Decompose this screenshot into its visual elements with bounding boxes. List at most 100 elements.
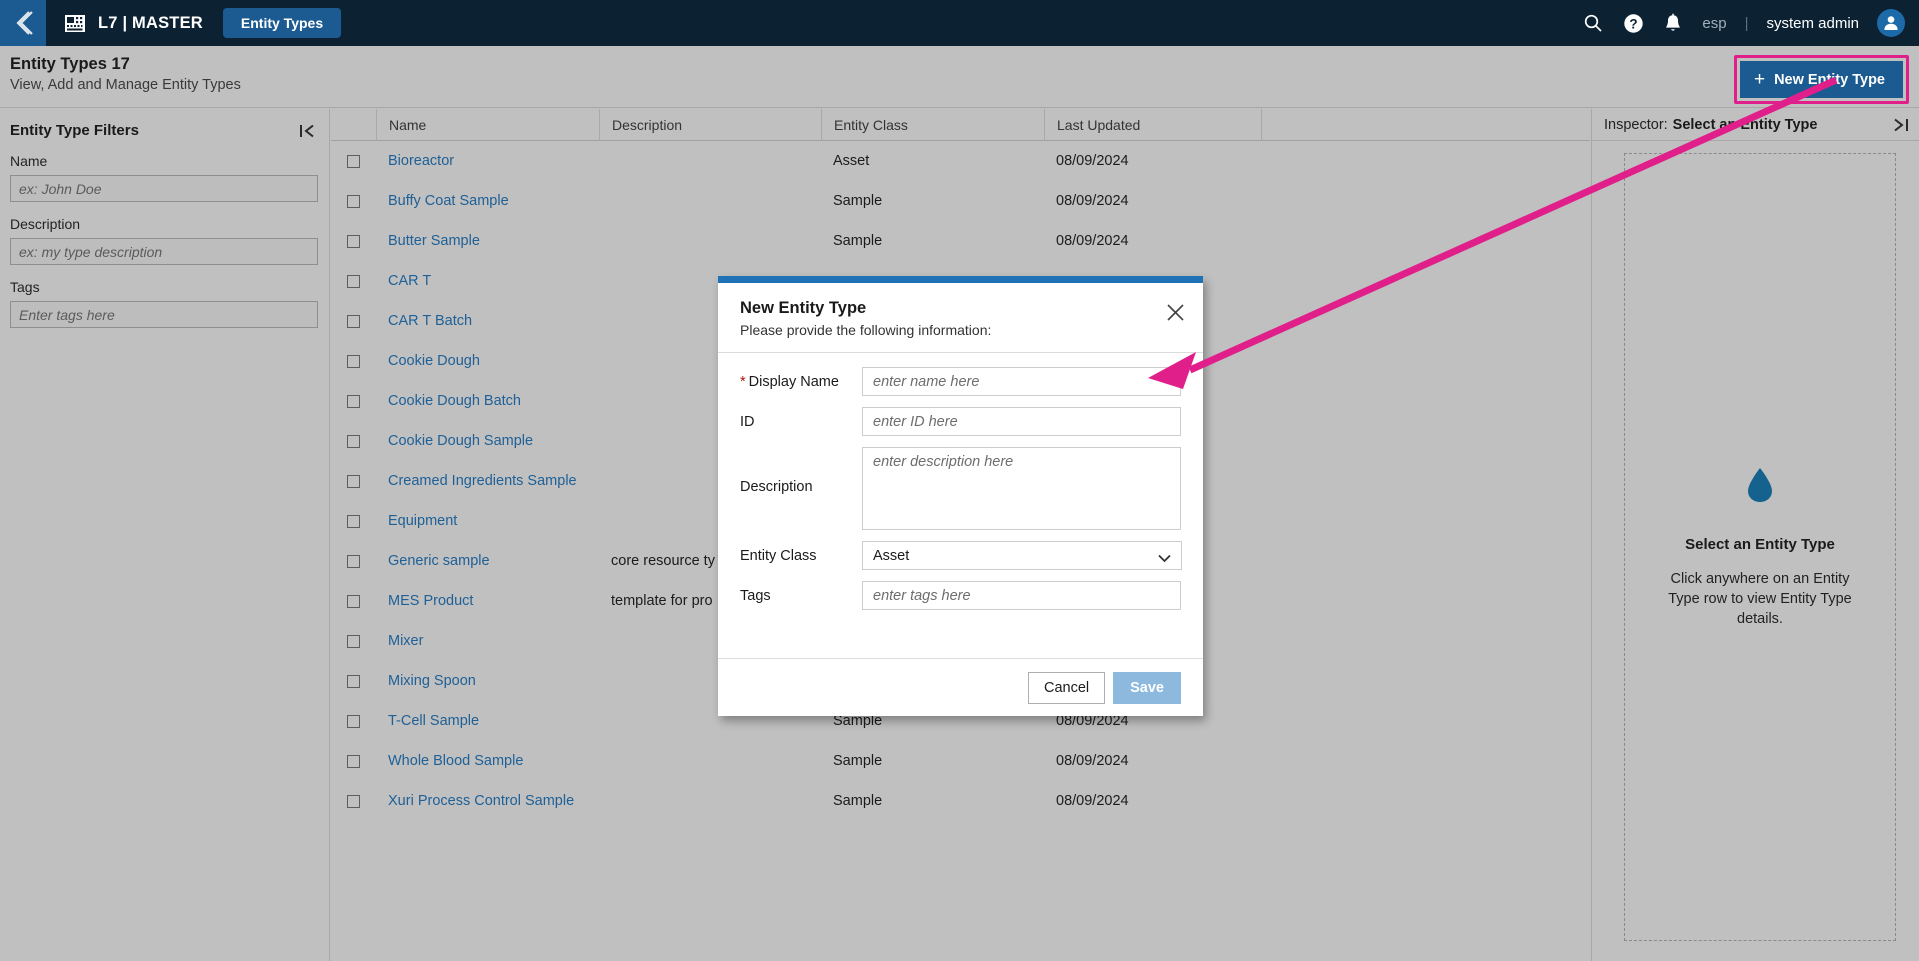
entity-type-link[interactable]: Butter Sample	[388, 233, 480, 249]
cell-name[interactable]: Cookie Dough Batch	[376, 393, 599, 409]
row-checkbox[interactable]	[347, 194, 360, 208]
tags-input[interactable]	[862, 581, 1181, 610]
cell-name[interactable]: Equipment	[376, 513, 599, 529]
row-checkbox-cell[interactable]	[331, 234, 376, 248]
cell-name[interactable]: Mixer	[376, 633, 599, 649]
back-button[interactable]	[0, 0, 46, 46]
user-avatar-icon[interactable]	[1877, 9, 1905, 37]
table-header-description[interactable]: Description	[599, 108, 821, 141]
new-entity-type-button[interactable]: + New Entity Type	[1739, 61, 1903, 98]
entity-type-link[interactable]: Buffy Coat Sample	[388, 193, 509, 209]
row-checkbox-cell[interactable]	[331, 154, 376, 168]
table-header-last-updated[interactable]: Last Updated	[1044, 108, 1261, 141]
id-input[interactable]	[862, 407, 1181, 436]
row-checkbox-cell[interactable]	[331, 594, 376, 608]
filter-name-input[interactable]	[10, 175, 318, 202]
row-checkbox-cell[interactable]	[331, 434, 376, 448]
description-textarea[interactable]	[862, 447, 1181, 530]
entity-type-link[interactable]: Whole Blood Sample	[388, 753, 523, 769]
cell-name[interactable]: Whole Blood Sample	[376, 753, 599, 769]
entity-type-link[interactable]: Mixer	[388, 633, 423, 649]
entity-type-link[interactable]: Bioreactor	[388, 153, 454, 169]
row-checkbox-cell[interactable]	[331, 314, 376, 328]
row-checkbox[interactable]	[347, 434, 360, 448]
filter-description-input[interactable]	[10, 238, 318, 265]
table-row[interactable]: Xuri Process Control Sample Sample 08/09/2…	[331, 781, 1590, 821]
row-checkbox[interactable]	[347, 794, 360, 808]
cell-name[interactable]: Bioreactor	[376, 153, 599, 169]
tab-entity-types[interactable]: Entity Types	[222, 8, 342, 38]
row-checkbox-cell[interactable]	[331, 754, 376, 768]
table-row[interactable]: Whole Blood Sample Sample 08/09/2024	[331, 741, 1590, 781]
entity-type-link[interactable]: Mixing Spoon	[388, 673, 476, 689]
row-checkbox[interactable]	[347, 554, 360, 568]
row-checkbox-cell[interactable]	[331, 714, 376, 728]
row-checkbox-cell[interactable]	[331, 554, 376, 568]
entity-type-link[interactable]: T-Cell Sample	[388, 713, 479, 729]
row-checkbox[interactable]	[347, 674, 360, 688]
cell-name[interactable]: Buffy Coat Sample	[376, 193, 599, 209]
entity-type-link[interactable]: Cookie Dough Sample	[388, 433, 533, 449]
row-checkbox-cell[interactable]	[331, 194, 376, 208]
row-checkbox-cell[interactable]	[331, 474, 376, 488]
row-checkbox[interactable]	[347, 154, 360, 168]
entity-type-link[interactable]: Cookie Dough Batch	[388, 393, 521, 409]
entity-type-link[interactable]: Generic sample	[388, 553, 490, 569]
row-checkbox[interactable]	[347, 234, 360, 248]
row-checkbox[interactable]	[347, 354, 360, 368]
cell-name[interactable]: MES Product	[376, 593, 599, 609]
table-row[interactable]: Butter Sample Sample 08/09/2024	[331, 221, 1590, 261]
expand-right-icon[interactable]	[1891, 117, 1909, 133]
entity-type-link[interactable]: Cookie Dough	[388, 353, 480, 369]
cell-entity-class: Asset	[833, 153, 870, 169]
display-name-input[interactable]	[862, 367, 1181, 396]
table-row[interactable]: Bioreactor Asset 08/09/2024	[331, 141, 1590, 181]
row-checkbox-cell[interactable]	[331, 674, 376, 688]
entity-type-link[interactable]: Equipment	[388, 513, 457, 529]
cell-name[interactable]: CAR T	[376, 273, 599, 289]
svg-text:?: ?	[1629, 16, 1637, 31]
entity-type-link[interactable]: Xuri Process Control Sample	[388, 793, 574, 809]
row-checkbox[interactable]	[347, 314, 360, 328]
close-icon[interactable]	[1166, 303, 1185, 322]
cancel-button[interactable]: Cancel	[1027, 671, 1106, 704]
help-circle-icon[interactable]: ?	[1622, 12, 1644, 34]
collapse-left-icon[interactable]	[299, 123, 317, 139]
cell-name[interactable]: CAR T Batch	[376, 313, 599, 329]
row-checkbox-cell[interactable]	[331, 274, 376, 288]
row-checkbox-cell[interactable]	[331, 394, 376, 408]
row-checkbox-cell[interactable]	[331, 794, 376, 808]
filter-tags-input[interactable]	[10, 301, 318, 328]
entity-type-link[interactable]: MES Product	[388, 593, 473, 609]
row-checkbox[interactable]	[347, 594, 360, 608]
row-checkbox[interactable]	[347, 394, 360, 408]
entity-type-link[interactable]: CAR T	[388, 273, 431, 289]
cell-name[interactable]: Butter Sample	[376, 233, 599, 249]
row-checkbox[interactable]	[347, 714, 360, 728]
entity-type-link[interactable]: Creamed Ingredients Sample	[388, 473, 577, 489]
cell-name[interactable]: Xuri Process Control Sample	[376, 793, 599, 809]
save-button[interactable]: Save	[1113, 671, 1181, 704]
row-checkbox[interactable]	[347, 514, 360, 528]
row-checkbox-cell[interactable]	[331, 514, 376, 528]
bell-icon[interactable]	[1662, 12, 1684, 34]
cell-name[interactable]: Cookie Dough	[376, 353, 599, 369]
table-row[interactable]: Buffy Coat Sample Sample 08/09/2024	[331, 181, 1590, 221]
row-checkbox-cell[interactable]	[331, 354, 376, 368]
cell-name[interactable]: Creamed Ingredients Sample	[376, 473, 599, 489]
row-checkbox[interactable]	[347, 754, 360, 768]
cell-name[interactable]: Generic sample	[376, 553, 599, 569]
row-checkbox[interactable]	[347, 474, 360, 488]
row-checkbox-cell[interactable]	[331, 634, 376, 648]
table-header-name[interactable]: Name	[376, 108, 599, 141]
row-checkbox[interactable]	[347, 274, 360, 288]
cell-name[interactable]: Mixing Spoon	[376, 673, 599, 689]
entity-type-link[interactable]: CAR T Batch	[388, 313, 472, 329]
search-icon[interactable]	[1582, 12, 1604, 34]
entity-class-select[interactable]: AssetSampleBatchConsumable	[862, 541, 1182, 570]
cell-name[interactable]: T-Cell Sample	[376, 713, 599, 729]
table-header-entity-class[interactable]: Entity Class	[821, 108, 1044, 141]
cell-entity-class: Sample	[833, 793, 883, 809]
cell-name[interactable]: Cookie Dough Sample	[376, 433, 599, 449]
row-checkbox[interactable]	[347, 634, 360, 648]
